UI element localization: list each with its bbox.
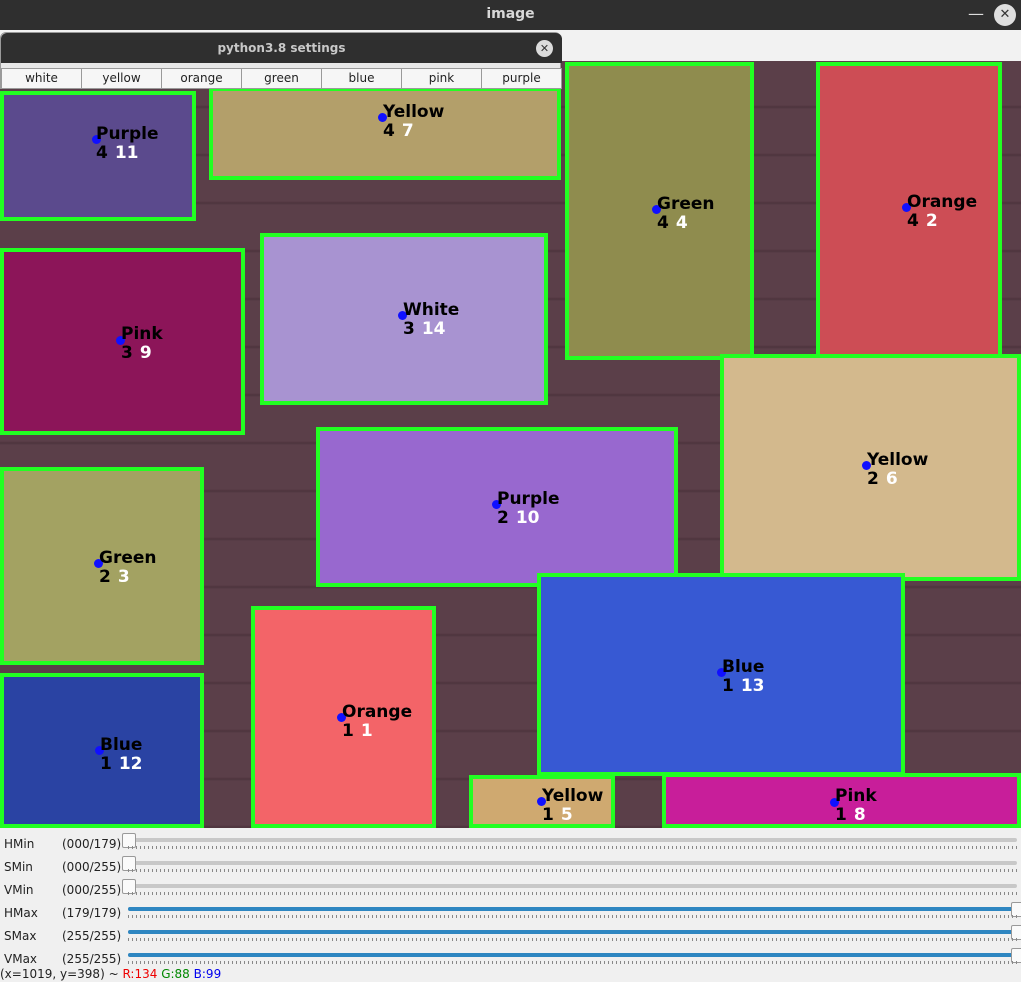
- green-value: G:88: [161, 967, 190, 981]
- blue-value: B:99: [193, 967, 222, 981]
- orange-button[interactable]: orange: [161, 68, 242, 89]
- image-canvas[interactable]: Purple 4 11 Yellow 4 7 Green 4 4 Orange 4 2 Pink…: [0, 61, 1021, 828]
- trackbar-label: VMin: [4, 883, 34, 897]
- tick-marks: [128, 938, 1017, 941]
- minimize-icon[interactable]: —: [968, 4, 984, 23]
- trackbar-smin[interactable]: [122, 856, 1017, 871]
- card-label: Orange 1 1: [342, 702, 413, 741]
- trackbar-value: (255/255): [62, 929, 122, 943]
- window-title: image: [486, 6, 535, 22]
- status-bar: (x=1019, y=398) ~ R:134 G:88 B:99: [0, 966, 1021, 982]
- purple-button[interactable]: purple: [481, 68, 562, 89]
- blue-button[interactable]: blue: [321, 68, 402, 89]
- trackbar-value: (000/255): [62, 860, 122, 874]
- trackbar-value: (255/255): [62, 952, 122, 966]
- card-label: White 3 14: [403, 300, 460, 339]
- trackbar-fill: [128, 907, 1017, 911]
- green-button[interactable]: green: [241, 68, 322, 89]
- red-value: R:134: [122, 967, 158, 981]
- settings-titlebar: python3.8 settings: [1, 33, 562, 63]
- trackbar-fill: [128, 953, 1017, 957]
- tick-marks: [128, 892, 1017, 895]
- card-label: Pink 3 9: [121, 324, 163, 363]
- trackbar-row: SMax (255/255): [0, 924, 1021, 947]
- trackbar-value: (000/255): [62, 883, 122, 897]
- tick-marks: [128, 961, 1017, 964]
- trackbar-label: SMin: [4, 860, 33, 874]
- trackbar-row: SMin (000/255): [0, 855, 1021, 878]
- color-button-bar: white yellow orange green blue pink purp…: [1, 68, 562, 89]
- trackbar-label: SMax: [4, 929, 37, 943]
- trackbar-row: HMax (179/179): [0, 901, 1021, 924]
- card-label: Yellow 2 6: [867, 450, 929, 489]
- trackbar-label: HMin: [4, 837, 35, 851]
- card-label: Green 2 3: [99, 548, 157, 587]
- pink-button[interactable]: pink: [401, 68, 482, 89]
- trackbar-row: HMin (000/179): [0, 832, 1021, 855]
- tick-marks: [128, 869, 1017, 872]
- tick-marks: [128, 915, 1017, 918]
- close-icon[interactable]: ✕: [536, 40, 553, 57]
- cursor-coords: (x=1019, y=398) ~: [0, 967, 119, 981]
- trackbar-vmax[interactable]: [128, 948, 1021, 963]
- card-label: Blue 1 12: [100, 735, 143, 774]
- card-label: Yellow 1 5: [542, 786, 604, 825]
- settings-window: python3.8 settings ✕ white yellow orange…: [0, 32, 562, 89]
- trackbar-value: (179/179): [62, 906, 122, 920]
- trackbar-hmin[interactable]: [122, 833, 1017, 848]
- card-label: Yellow 4 7: [383, 102, 445, 141]
- trackbar-vmin[interactable]: [122, 879, 1017, 894]
- tick-marks: [128, 846, 1017, 849]
- trackbar-smax[interactable]: [128, 925, 1021, 940]
- trackbar-label: VMax: [4, 952, 38, 966]
- card-label: Pink 1 8: [835, 786, 877, 825]
- close-icon[interactable]: ✕: [994, 4, 1016, 26]
- trackbar-value: (000/179): [62, 837, 122, 851]
- trackbar-hmax[interactable]: [128, 902, 1021, 917]
- trackbar-fill: [128, 930, 1017, 934]
- card-label: Purple 2 10: [497, 489, 560, 528]
- card-label: Blue 1 13: [722, 657, 765, 696]
- settings-title: python3.8 settings: [217, 41, 346, 55]
- trackbar-label: HMax: [4, 906, 38, 920]
- card-label: Purple 4 11: [96, 124, 159, 163]
- trackbar-row: VMin (000/255): [0, 878, 1021, 901]
- white-button[interactable]: white: [1, 68, 82, 89]
- trackbar-panel: HMin (000/179) SMin (000/255) VMin (000/…: [0, 828, 1021, 966]
- yellow-button[interactable]: yellow: [81, 68, 162, 89]
- card-label: Green 4 4: [657, 194, 715, 233]
- card-label: Orange 4 2: [907, 192, 978, 231]
- window-titlebar: image — ✕: [0, 0, 1021, 30]
